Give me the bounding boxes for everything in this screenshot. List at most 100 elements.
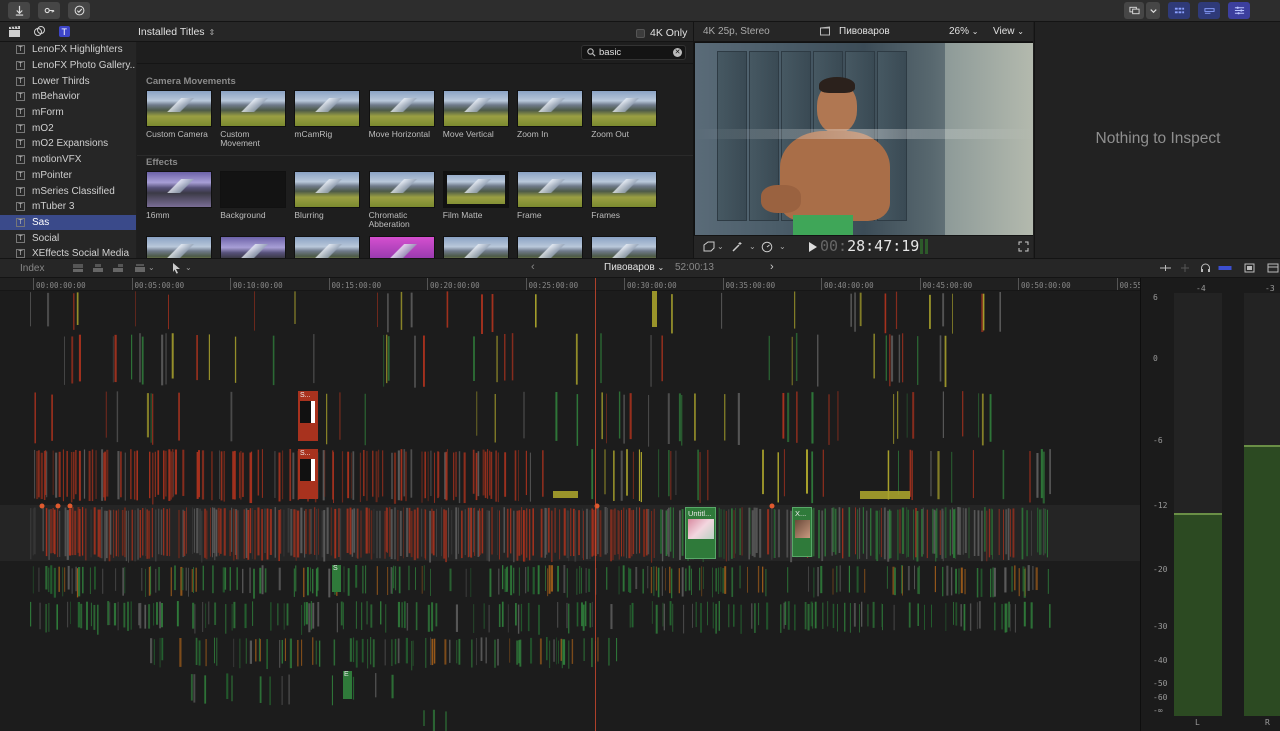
timeline-clip[interactable] xyxy=(192,507,193,555)
timeline-clip[interactable] xyxy=(193,567,194,593)
timeline-clip[interactable] xyxy=(57,508,59,558)
timeline-clip[interactable] xyxy=(548,565,551,594)
timeline-clip[interactable] xyxy=(250,451,253,504)
timeline-clip[interactable] xyxy=(372,450,374,497)
timeline-clip[interactable] xyxy=(720,509,722,558)
timeline-clip[interactable] xyxy=(124,452,126,501)
timeline-clip[interactable] xyxy=(629,568,632,593)
timecode-display[interactable]: 00:28:47:19 xyxy=(820,237,919,255)
timeline-clip[interactable] xyxy=(391,639,393,666)
timeline-clip[interactable] xyxy=(497,638,499,666)
timeline-clip[interactable] xyxy=(176,601,179,627)
timeline-clip[interactable] xyxy=(473,604,475,634)
timeline-clip[interactable] xyxy=(647,566,649,589)
timeline-clip[interactable] xyxy=(317,601,320,627)
timeline-clip[interactable] xyxy=(474,507,476,556)
timeline-clip[interactable] xyxy=(233,638,235,668)
timeline-clip[interactable] xyxy=(223,508,226,556)
timeline-clip[interactable] xyxy=(475,452,478,501)
timeline-clip[interactable] xyxy=(668,450,670,497)
timeline-clip[interactable] xyxy=(139,602,142,629)
timeline-clip[interactable] xyxy=(269,509,272,555)
timeline-clip[interactable] xyxy=(834,508,837,555)
timeline-clip[interactable] xyxy=(259,676,262,703)
timeline-clip[interactable] xyxy=(510,565,513,596)
title-thumbnail[interactable] xyxy=(517,236,583,258)
timeline-clip[interactable] xyxy=(589,603,592,628)
clip-e[interactable]: E xyxy=(343,671,352,699)
timeline-clip[interactable] xyxy=(405,637,408,664)
timeline-clip[interactable] xyxy=(165,333,167,385)
timeline-clip[interactable] xyxy=(292,452,295,500)
timeline-clip[interactable] xyxy=(604,449,606,495)
timeline-clip[interactable] xyxy=(520,603,523,632)
timeline-clip[interactable] xyxy=(618,391,621,439)
connect-clip-icon[interactable] xyxy=(72,263,84,276)
timeline-clip[interactable] xyxy=(539,638,542,665)
title-thumbnail[interactable] xyxy=(591,236,658,258)
timeline-clip[interactable] xyxy=(964,568,966,595)
timeline-clip[interactable] xyxy=(283,603,285,630)
timeline-clip[interactable] xyxy=(386,507,388,553)
timeline-clip[interactable] xyxy=(333,639,336,666)
timeline-clip[interactable] xyxy=(113,509,115,558)
clip-untitled[interactable]: Untitl... xyxy=(685,507,716,559)
timeline-clip[interactable] xyxy=(388,507,391,557)
timeline-clip[interactable] xyxy=(101,449,104,501)
timeline-clip[interactable] xyxy=(117,601,119,631)
timeline-clip[interactable] xyxy=(67,565,70,590)
timeline-clip[interactable] xyxy=(898,450,899,495)
timeline-clip[interactable] xyxy=(333,452,334,504)
import-button[interactable] xyxy=(8,2,30,19)
timeline-clip[interactable] xyxy=(425,637,427,668)
timeline-marker[interactable] xyxy=(55,503,61,509)
timeline-clip[interactable] xyxy=(458,507,459,554)
timeline-clip[interactable] xyxy=(45,603,47,633)
timeline-clip[interactable] xyxy=(794,291,796,329)
timeline-clip[interactable] xyxy=(432,709,435,731)
timeline-clip[interactable] xyxy=(530,637,533,664)
timeline-clip[interactable] xyxy=(839,565,841,592)
timeline-clip[interactable] xyxy=(449,639,451,663)
timeline-clip[interactable] xyxy=(376,510,378,559)
timeline-clip[interactable] xyxy=(477,510,480,557)
timeline-clip[interactable] xyxy=(424,451,426,499)
timeline-clip[interactable] xyxy=(38,567,40,592)
timeline-clip[interactable] xyxy=(483,603,485,629)
timeline-clip[interactable] xyxy=(261,509,263,561)
timeline-clip[interactable] xyxy=(151,507,153,558)
timeline-clip[interactable] xyxy=(472,449,475,494)
timeline-clip[interactable] xyxy=(751,510,754,556)
timeline-clip[interactable] xyxy=(253,568,255,599)
timeline-clip[interactable] xyxy=(137,508,139,560)
timeline-clip[interactable] xyxy=(589,510,591,559)
timeline-clip[interactable] xyxy=(342,602,344,630)
sidebar-item[interactable]: T Sas xyxy=(0,214,136,231)
timeline-clip[interactable] xyxy=(94,566,96,590)
timeline-clip[interactable] xyxy=(397,509,399,562)
timeline-clip[interactable] xyxy=(146,509,148,559)
timeline-clip[interactable] xyxy=(999,291,1001,332)
timeline-clip[interactable] xyxy=(446,449,448,500)
timeline-clip[interactable] xyxy=(80,603,83,629)
timeline-clip[interactable] xyxy=(1044,508,1046,554)
timeline-clip[interactable] xyxy=(47,292,50,327)
timeline-clip[interactable] xyxy=(715,603,717,634)
timeline-clip[interactable] xyxy=(853,603,856,627)
timeline-clip[interactable] xyxy=(434,452,435,503)
timeline-clip[interactable] xyxy=(581,567,582,594)
timeline-clip[interactable] xyxy=(1046,509,1048,558)
timeline-clip[interactable] xyxy=(195,567,197,592)
timeline-clip[interactable] xyxy=(377,292,378,328)
timeline-clip[interactable] xyxy=(451,510,453,555)
timeline-clip[interactable] xyxy=(362,565,364,594)
timeline-clip[interactable] xyxy=(620,450,623,501)
timeline-clip[interactable] xyxy=(174,449,177,495)
timeline-clip[interactable] xyxy=(699,567,701,591)
timeline-clip[interactable] xyxy=(929,294,931,329)
timeline-clip[interactable] xyxy=(458,638,461,665)
timeline-clip[interactable] xyxy=(134,451,136,500)
timeline-clip[interactable] xyxy=(504,452,507,497)
timeline-clip[interactable] xyxy=(76,292,79,325)
timeline-clip[interactable] xyxy=(962,391,964,437)
